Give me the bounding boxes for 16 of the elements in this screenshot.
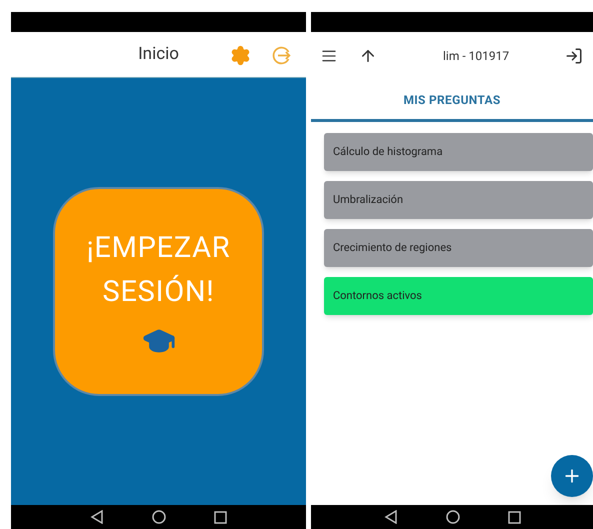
add-button[interactable] (551, 455, 593, 497)
question-item[interactable]: Umbralización (324, 181, 593, 219)
tab[interactable]: MIS PREGUNTAS (311, 80, 593, 122)
back-icon[interactable] (384, 510, 398, 524)
question-item[interactable]: Cálculo de histograma (324, 133, 593, 171)
question-item[interactable]: Crecimiento de regiones (324, 229, 593, 267)
menu-icon[interactable] (321, 48, 337, 64)
home-icon[interactable] (446, 510, 460, 524)
back-icon[interactable] (90, 510, 104, 524)
recents-icon[interactable] (214, 510, 227, 524)
question-item[interactable]: Contornos activos (324, 277, 593, 315)
login-icon[interactable] (565, 47, 583, 65)
screen-title: Inicio (138, 42, 179, 66)
home-icon[interactable] (152, 510, 166, 524)
recents-icon[interactable] (508, 510, 520, 524)
screen-title: lim - 101917 (443, 48, 510, 65)
